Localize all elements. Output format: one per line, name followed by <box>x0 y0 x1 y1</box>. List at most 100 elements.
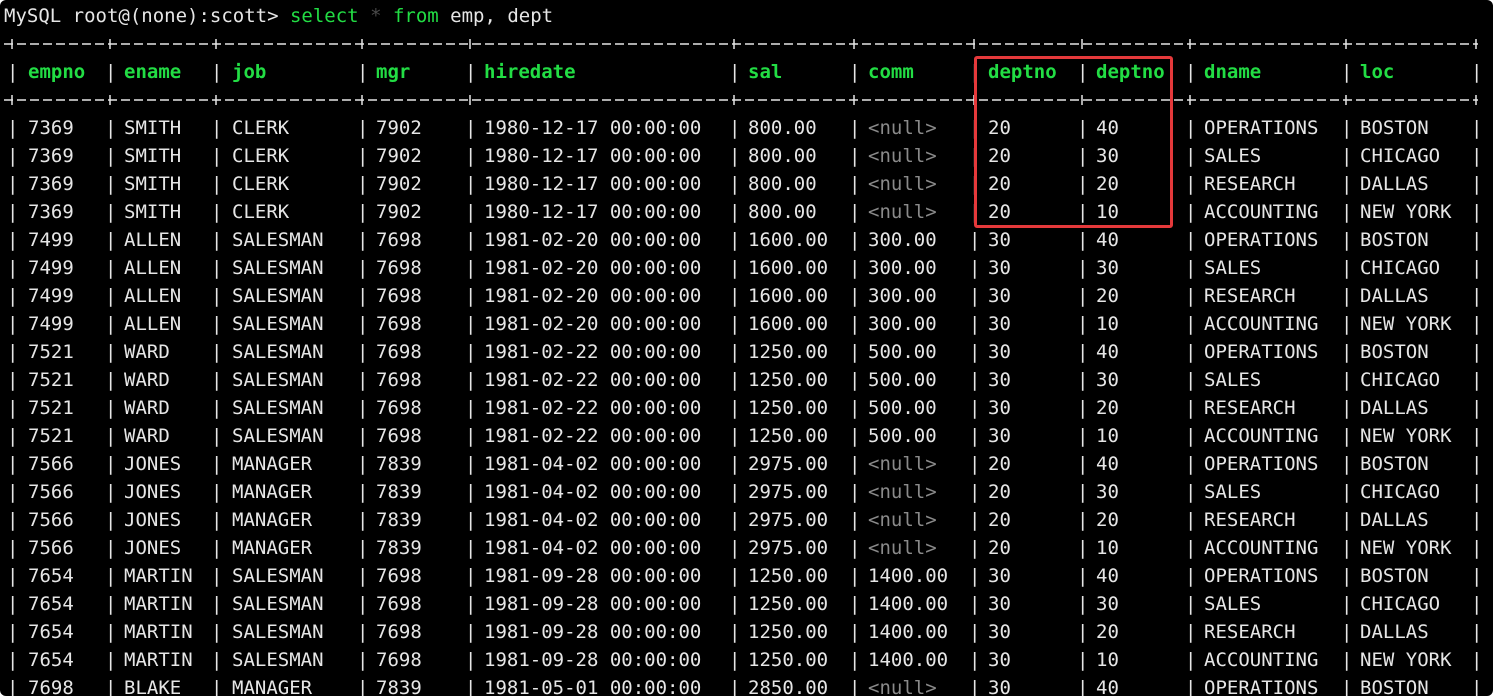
table-row-separator: | <box>969 649 981 671</box>
column-header-comm: comm <box>868 61 914 83</box>
table-row-separator: | <box>1077 481 1089 503</box>
table-cell-deptno: 20 <box>988 509 1011 531</box>
table-cell-dname: RESEARCH <box>1204 509 1296 531</box>
terminal-window[interactable]: MySQL root@(none):scott> select * from e… <box>0 0 1493 696</box>
table-row-separator: | <box>1341 369 1353 391</box>
table-cell-ename: JONES <box>124 481 182 503</box>
table-cell-sal: 2975.00 <box>748 481 829 503</box>
table-row-separator: | <box>1341 313 1353 335</box>
table-row-separator: | <box>105 649 117 671</box>
table-row-separator: | <box>729 397 741 419</box>
table-cell-job: SALESMAN <box>232 369 324 391</box>
table-cell-sal: 1600.00 <box>748 257 829 279</box>
table-row-separator: | <box>969 453 981 475</box>
table-cell-job: CLERK <box>232 145 290 167</box>
table-row-separator: | <box>1471 117 1483 139</box>
table-cell-empno: 7654 <box>28 565 74 587</box>
table-cell-deptno: 30 <box>1096 481 1119 503</box>
table-cell-loc: BOSTON <box>1360 677 1429 696</box>
table-row-separator: | <box>849 453 861 475</box>
table-cell-empno: 7521 <box>28 425 74 447</box>
table-row-separator: | <box>1077 537 1089 559</box>
table-cell-empno: 7566 <box>28 481 74 503</box>
table-row-separator: | <box>357 173 369 195</box>
table-row-separator: | <box>1077 565 1089 587</box>
table-cell-job: SALESMAN <box>232 257 324 279</box>
table-row-separator: | <box>849 201 861 223</box>
table-cell-loc: DALLAS <box>1360 509 1429 531</box>
table-row-separator: | <box>729 201 741 223</box>
table-row-separator: | <box>1471 397 1483 419</box>
table-row-separator: | <box>729 453 741 475</box>
table-cell-sal: 2975.00 <box>748 537 829 559</box>
table-cell-mgr: 7839 <box>376 677 422 696</box>
table-cell-hiredate: 1980-12-17 00:00:00 <box>484 173 702 195</box>
table-row-separator: | <box>105 565 117 587</box>
table-row-separator: | <box>7 593 19 615</box>
table-header-border <box>0 90 1480 110</box>
table-cell-dname: SALES <box>1204 145 1262 167</box>
table-row-separator: | <box>357 649 369 671</box>
table-row-separator: | <box>1077 341 1089 363</box>
table-cell-ename: SMITH <box>124 173 182 195</box>
table-row-separator: | <box>211 509 223 531</box>
table-row-separator: | <box>7 677 19 696</box>
table-row-separator: | <box>211 593 223 615</box>
table-cell-empno: 7566 <box>28 509 74 531</box>
table-cell-dname: SALES <box>1204 593 1262 615</box>
table-row-separator: | <box>357 117 369 139</box>
table-cell-comm: 500.00 <box>868 425 937 447</box>
table-row-separator: | <box>465 425 477 447</box>
table-row-separator: | <box>465 369 477 391</box>
table-cell-hiredate: 1981-09-28 00:00:00 <box>484 621 702 643</box>
table-row-separator: | <box>849 481 861 503</box>
table-cell-deptno: 40 <box>1096 677 1119 696</box>
table-row-separator: | <box>105 425 117 447</box>
table-cell-loc: DALLAS <box>1360 621 1429 643</box>
table-row-separator: | <box>1077 453 1089 475</box>
table-cell-mgr: 7839 <box>376 453 422 475</box>
table-cell-deptno: 30 <box>1096 257 1119 279</box>
table-row-separator: | <box>465 229 477 251</box>
table-row-separator: | <box>969 285 981 307</box>
table-row-separator: | <box>1185 481 1197 503</box>
table-cell-dname: ACCOUNTING <box>1204 425 1319 447</box>
table-cell-ename: WARD <box>124 369 170 391</box>
table-row-separator: | <box>1185 369 1197 391</box>
table-cell-sal: 1250.00 <box>748 341 829 363</box>
table-cell-ename: MARTIN <box>124 621 193 643</box>
table-cell-comm: 1400.00 <box>868 565 949 587</box>
table-row-separator: | <box>1185 593 1197 615</box>
table-row-separator: | <box>1471 257 1483 279</box>
table-row-separator: | <box>1341 481 1353 503</box>
table-row-separator: | <box>729 313 741 335</box>
header-separator: | <box>465 61 477 83</box>
table-cell-comm: 300.00 <box>868 285 937 307</box>
header-separator: | <box>105 61 117 83</box>
table-row-separator: | <box>1471 369 1483 391</box>
table-cell-hiredate: 1981-02-22 00:00:00 <box>484 341 702 363</box>
table-cell-hiredate: 1980-12-17 00:00:00 <box>484 201 702 223</box>
table-row-separator: | <box>969 229 981 251</box>
table-cell-job: MANAGER <box>232 537 313 559</box>
table-cell-job: CLERK <box>232 173 290 195</box>
table-cell-deptno: 30 <box>988 593 1011 615</box>
table-cell-deptno: 30 <box>988 313 1011 335</box>
table-cell-mgr: 7698 <box>376 425 422 447</box>
table-row-separator: | <box>7 397 19 419</box>
table-row-separator: | <box>211 537 223 559</box>
table-row-separator: | <box>1185 173 1197 195</box>
table-row-separator: | <box>1341 173 1353 195</box>
table-row-separator: | <box>1077 649 1089 671</box>
table-cell-ename: WARD <box>124 425 170 447</box>
table-cell-loc: BOSTON <box>1360 341 1429 363</box>
table-cell-sal: 2975.00 <box>748 453 829 475</box>
table-row-separator: | <box>969 313 981 335</box>
table-cell-deptno: 30 <box>988 621 1011 643</box>
table-cell-job: SALESMAN <box>232 313 324 335</box>
table-row-separator: | <box>849 677 861 696</box>
table-cell-sal: 800.00 <box>748 117 817 139</box>
table-cell-hiredate: 1981-04-02 00:00:00 <box>484 481 702 503</box>
prompt: MySQL root@(none):scott> <box>4 5 290 27</box>
table-cell-ename: ALLEN <box>124 229 182 251</box>
